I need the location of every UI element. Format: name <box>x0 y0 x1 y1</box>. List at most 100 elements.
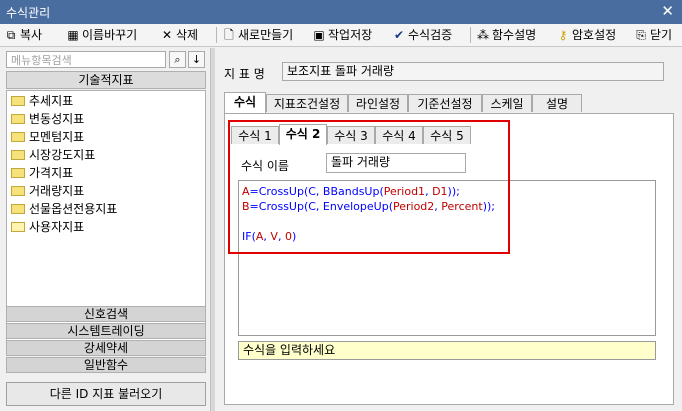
new-button[interactable]: 🗋 새로만들기 <box>222 26 293 44</box>
category-signal-search[interactable]: 신호검색 <box>6 306 206 322</box>
verify-label: 수식검증 <box>408 28 453 42</box>
tab-formula[interactable]: 수식 <box>224 92 266 113</box>
verify-button[interactable]: ✔ 수식검증 <box>392 26 452 44</box>
code-op: = <box>249 185 259 198</box>
tab-formula-4[interactable]: 수식 4 <box>375 126 423 144</box>
code-end: )); <box>447 185 460 198</box>
tab-formula-5[interactable]: 수식 5 <box>423 126 471 144</box>
title-bar: 수식관리 ✕ <box>0 0 682 24</box>
formula-manager-window: 수식관리 ✕ ⧉ 복사 ▦ 이름바꾸기 ✕ 삭제 🗋 새로만들기 ▣ 작업저장 ✔ 수식검증… <box>0 0 682 411</box>
code-var: B <box>242 200 250 213</box>
tree-item[interactable]: 변동성지표 <box>11 111 84 128</box>
splitter[interactable] <box>210 48 215 411</box>
exit-door-icon: ⎘ <box>636 28 646 42</box>
function-help-button[interactable]: ⁂ 함수설명 <box>476 26 536 44</box>
tab-formula-2[interactable]: 수식 2 <box>279 124 327 145</box>
folder-icon <box>11 185 25 196</box>
tab-scale[interactable]: 스케일 <box>482 94 532 112</box>
tree-item-label: 변동성지표 <box>29 112 85 126</box>
code-sep: , <box>425 185 433 198</box>
search-input[interactable]: 메뉴항목검색 <box>6 51 166 68</box>
code-line-1: A=CrossUp(C, BBandsUp(Period1, D1)); <box>242 184 460 199</box>
formula-editor[interactable]: A=CrossUp(C, BBandsUp(Period1, D1)); B=C… <box>238 180 656 336</box>
tree-item-label: 거래량지표 <box>29 184 85 198</box>
category-system-trading[interactable]: 시스템트레이딩 <box>6 323 206 339</box>
tree-item[interactable]: 거래량지표 <box>11 183 84 200</box>
tree-item-label: 시장강도지표 <box>29 148 96 162</box>
password-label: 암호설정 <box>572 28 617 42</box>
tab-indicator-conditions[interactable]: 지표조건설정 <box>266 94 348 112</box>
tree-item[interactable]: 가격지표 <box>11 165 73 182</box>
search-icon[interactable]: ⌕ <box>169 51 186 68</box>
rename-icon: ▦ <box>67 28 79 42</box>
tree-item[interactable]: 추세지표 <box>11 93 73 110</box>
code-var: 0 <box>284 230 292 243</box>
tab-description[interactable]: 설명 <box>532 94 582 112</box>
folder-icon <box>11 167 25 178</box>
category-strength-weakness[interactable]: 강세약세 <box>6 340 206 356</box>
code-args: (C, BBandsUp( <box>303 185 384 198</box>
code-param: Period1 <box>383 185 426 198</box>
code-line-4: IF(A, V, 0) <box>242 229 296 244</box>
copy-button[interactable]: ⧉ 복사 <box>4 26 42 44</box>
tree-item-selected[interactable]: 사용자지표 <box>11 219 84 236</box>
code-var: V <box>270 230 278 243</box>
toolbar-separator <box>216 27 217 43</box>
sidebar: 메뉴항목검색 ⌕ ↓ 기술적지표 추세지표 변동성지표 모멘텀지표 시장강도지표… <box>2 48 208 409</box>
category-general-functions[interactable]: 일반함수 <box>6 357 206 373</box>
rename-label: 이름바꾸기 <box>82 28 138 42</box>
code-op: = <box>249 200 259 213</box>
folder-icon <box>11 113 25 124</box>
category-header[interactable]: 기술적지표 <box>6 71 206 89</box>
tab-formula-1[interactable]: 수식 1 <box>231 126 279 144</box>
toolbar-separator <box>470 27 471 43</box>
folder-icon <box>11 131 25 142</box>
delete-icon: ✕ <box>161 28 173 42</box>
folder-icon <box>11 203 25 214</box>
tab-line-settings[interactable]: 라인설정 <box>348 94 408 112</box>
code-var: A <box>242 185 250 198</box>
tree-item-label: 모멘텀지표 <box>29 130 85 144</box>
toolbar: ⧉ 복사 ▦ 이름바꾸기 ✕ 삭제 🗋 새로만들기 ▣ 작업저장 ✔ 수식검증 ⁂ 함수설명 … <box>0 24 682 47</box>
tree-item-label: 사용자지표 <box>29 220 85 234</box>
close-icon[interactable]: ✕ <box>661 2 674 20</box>
open-folder-icon <box>11 221 25 232</box>
code-args: (C, EnvelopeUp( <box>303 200 393 213</box>
function-help-label: 함수설명 <box>492 28 537 42</box>
indicator-name-label: 지 표 명 <box>224 67 265 81</box>
tab-baseline-settings[interactable]: 기준선설정 <box>408 94 482 112</box>
folder-icon <box>11 149 25 160</box>
code-param: D1 <box>432 185 448 198</box>
code-paren: ) <box>291 230 297 243</box>
formula-name-input[interactable]: 돌파 거래량 <box>326 153 466 173</box>
tab-formula-3[interactable]: 수식 3 <box>327 126 375 144</box>
tree-item-label: 추세지표 <box>29 94 74 108</box>
window-title: 수식관리 <box>6 6 51 20</box>
save-button[interactable]: ▣ 작업저장 <box>312 26 372 44</box>
arrow-down-icon[interactable]: ↓ <box>188 51 205 68</box>
code-line-2: B=CrossUp(C, EnvelopeUp(Period2, Percent… <box>242 199 495 214</box>
code-fn: CrossUp <box>258 185 304 198</box>
tree-item[interactable]: 모멘텀지표 <box>11 129 84 146</box>
code-param: Period2 <box>392 200 435 213</box>
indicator-name-field[interactable]: 보조지표 돌파 거래량 <box>282 62 664 81</box>
close-button[interactable]: ⎘ 닫기 <box>634 26 672 44</box>
delete-label: 삭제 <box>176 28 199 42</box>
tree-item[interactable]: 시장강도지표 <box>11 147 95 164</box>
tree-item[interactable]: 선물옵션전용지표 <box>11 201 117 218</box>
code-fn: CrossUp <box>258 200 304 213</box>
copy-icon: ⧉ <box>6 28 16 42</box>
rename-button[interactable]: ▦ 이름바꾸기 <box>66 26 137 44</box>
code-fn: IF <box>242 230 252 243</box>
close-label: 닫기 <box>650 28 673 42</box>
code-end: )); <box>482 200 495 213</box>
tree-item-label: 선물옵션전용지표 <box>29 202 118 216</box>
folder-icon <box>11 95 25 106</box>
formula-name-label: 수식 이름 <box>241 159 289 173</box>
delete-button[interactable]: ✕ 삭제 <box>160 26 198 44</box>
load-other-id-button[interactable]: 다른 ID 지표 불러오기 <box>6 382 206 406</box>
magic-wand-icon: ⁂ <box>477 28 489 42</box>
code-param: Percent <box>441 200 483 213</box>
password-button[interactable]: ⚷ 암호설정 <box>556 26 617 44</box>
new-document-icon: 🗋 <box>224 28 234 42</box>
